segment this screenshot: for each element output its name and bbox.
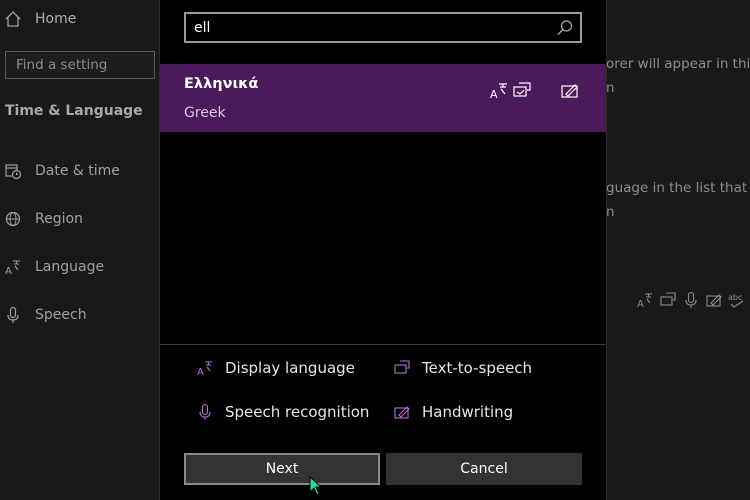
text-to-speech-icon bbox=[660, 292, 676, 306]
search-icon[interactable] bbox=[556, 19, 574, 37]
background-text: n bbox=[606, 80, 615, 96]
find-setting-input[interactable]: Find a setting bbox=[5, 51, 155, 79]
background-text: orer will appear in this bbox=[606, 56, 750, 72]
svg-text:abc: abc bbox=[728, 293, 742, 302]
sidebar-item-label: Speech bbox=[35, 307, 87, 323]
background-text: n bbox=[606, 204, 615, 220]
settings-content-background bbox=[606, 0, 750, 500]
display-language-icon: A bbox=[197, 361, 212, 377]
language-search-input[interactable] bbox=[194, 18, 544, 38]
handwriting-icon bbox=[706, 294, 722, 307]
speech-recognition-icon bbox=[199, 403, 211, 420]
language-native-name: Ελληνικά bbox=[184, 76, 259, 92]
home-icon bbox=[5, 11, 21, 27]
sidebar-item-region[interactable]: Region bbox=[0, 204, 160, 234]
legend-label: Speech recognition bbox=[225, 403, 370, 421]
legend-text-to-speech: Text-to-speech bbox=[393, 359, 532, 377]
svg-text:A: A bbox=[5, 266, 12, 276]
language-english-name: Greek bbox=[184, 105, 226, 121]
text-to-speech-icon bbox=[513, 82, 531, 97]
text-to-speech-icon bbox=[394, 360, 410, 374]
language-icon: A bbox=[5, 260, 20, 276]
svg-text:A: A bbox=[197, 367, 204, 377]
sidebar-item-label: Date & time bbox=[35, 163, 120, 179]
sidebar-item-language[interactable]: A Language bbox=[0, 252, 160, 282]
language-search-box[interactable] bbox=[184, 12, 582, 43]
calendar-clock-icon bbox=[5, 164, 22, 180]
legend-display-language: A Display language bbox=[196, 359, 355, 377]
svg-text:A: A bbox=[490, 88, 498, 100]
legend-speech-recognition: Speech recognition bbox=[196, 403, 369, 421]
legend-label: Handwriting bbox=[422, 403, 514, 421]
settings-sidebar: Home Find a setting Time & Language Date… bbox=[0, 0, 160, 500]
display-language-icon: A bbox=[490, 83, 507, 100]
cancel-button[interactable]: Cancel bbox=[386, 453, 582, 485]
globe-icon bbox=[5, 211, 21, 227]
language-feature-icons: A abc bbox=[636, 291, 746, 309]
find-setting-placeholder: Find a setting bbox=[16, 57, 108, 73]
sidebar-item-date-time[interactable]: Date & time bbox=[0, 156, 160, 186]
display-language-icon: A bbox=[637, 293, 652, 309]
svg-text:A: A bbox=[637, 299, 644, 309]
dialog-divider bbox=[160, 344, 606, 345]
sidebar-home-label: Home bbox=[35, 11, 77, 27]
handwriting-icon bbox=[394, 406, 410, 419]
spell-check-icon: abc bbox=[728, 293, 744, 308]
mouse-cursor-icon bbox=[309, 476, 323, 496]
next-button[interactable]: Next bbox=[184, 453, 380, 485]
sidebar-item-label: Language bbox=[35, 259, 105, 275]
legend-label: Text-to-speech bbox=[422, 359, 533, 377]
sidebar-item-label: Region bbox=[35, 211, 83, 227]
legend-handwriting: Handwriting bbox=[393, 403, 513, 421]
speech-recognition-icon bbox=[685, 291, 697, 308]
handwriting-icon bbox=[561, 84, 578, 98]
legend-label: Display language bbox=[225, 359, 355, 377]
microphone-icon bbox=[7, 306, 19, 323]
background-text: guage in the list that bbox=[606, 180, 748, 196]
language-result-item[interactable]: Ελληνικά Greek A bbox=[160, 64, 606, 132]
sidebar-item-speech[interactable]: Speech bbox=[0, 300, 160, 330]
sidebar-home[interactable]: Home bbox=[0, 4, 160, 34]
section-title: Time & Language bbox=[5, 103, 143, 119]
choose-language-dialog: Ελληνικά Greek A A Display language Text… bbox=[159, 0, 607, 500]
